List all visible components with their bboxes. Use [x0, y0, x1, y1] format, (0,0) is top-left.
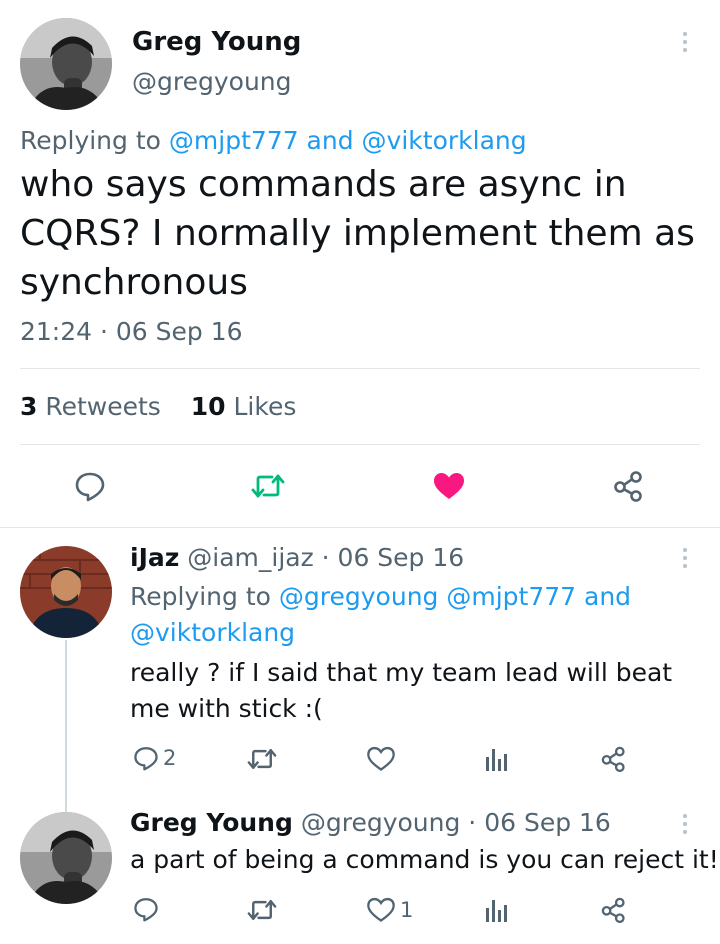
reply-author-name[interactable]: Greg Young	[130, 808, 293, 837]
mention-link[interactable]: @viktorklang	[362, 126, 527, 155]
mention-link[interactable]: @mjpt777	[446, 582, 576, 611]
engagement-stats: 3 Retweets 10 Likes	[20, 390, 296, 424]
like-icon[interactable]	[366, 745, 396, 773]
like-heart-icon[interactable]	[432, 470, 466, 502]
more-options-icon[interactable]	[682, 814, 688, 834]
tweet-detail: Greg Young @gregyoung Replying to @mjpt7…	[0, 0, 720, 944]
more-options-icon[interactable]	[682, 32, 688, 52]
reply-icon[interactable]: 2	[133, 745, 176, 771]
reply-date[interactable]: · 06 Sep 16	[322, 543, 465, 572]
reply-author-handle[interactable]: @iam_ijaz	[187, 543, 313, 572]
analytics-icon[interactable]	[484, 745, 510, 773]
retweets-count: 3	[20, 392, 38, 421]
reply-header: Greg Young @gregyoung · 06 Sep 16	[130, 806, 611, 840]
retweets-label: Retweets	[45, 392, 161, 421]
share-icon[interactable]	[600, 896, 628, 924]
retweets-stat[interactable]: 3 Retweets	[20, 392, 169, 421]
reply-count: 2	[163, 746, 177, 770]
main-author-handle[interactable]: @gregyoung	[132, 66, 292, 98]
main-tweet-timestamp[interactable]: 21:24 · 06 Sep 16	[20, 315, 243, 349]
like-count: 1	[400, 898, 414, 922]
retweet-icon[interactable]	[246, 896, 278, 924]
main-author-avatar[interactable]	[20, 18, 112, 110]
mention-link[interactable]: @gregyoung	[279, 582, 439, 611]
replying-prefix: Replying to	[20, 126, 161, 155]
main-replying-to: Replying to @mjpt777 and @viktorklang	[20, 124, 527, 158]
analytics-icon[interactable]	[484, 896, 510, 924]
mention-and[interactable]: and	[584, 582, 631, 611]
reply-author-avatar[interactable]	[20, 546, 112, 638]
reply-author-name[interactable]: iJaz	[130, 543, 179, 572]
divider	[20, 368, 700, 369]
like-icon[interactable]: 1	[366, 896, 413, 924]
reply-text: really ? if I said that my team lead wil…	[130, 658, 673, 723]
likes-count: 10	[190, 392, 226, 421]
mention-link[interactable]: @mjpt777	[169, 126, 299, 155]
share-icon[interactable]	[612, 470, 646, 502]
retweet-icon[interactable]	[246, 745, 278, 773]
mention-link[interactable]: @viktorklang	[130, 618, 295, 647]
more-options-icon[interactable]	[682, 548, 688, 568]
likes-stat[interactable]: 10 Likes	[191, 392, 297, 421]
reply-header: iJaz @iam_ijaz · 06 Sep 16	[130, 541, 464, 575]
divider	[0, 527, 720, 528]
main-author-name[interactable]: Greg Young	[132, 26, 301, 58]
thread-line	[65, 640, 67, 812]
reply-author-avatar[interactable]	[20, 812, 112, 904]
replying-prefix: Replying to	[130, 582, 271, 611]
divider	[20, 444, 700, 445]
reply-icon[interactable]	[133, 896, 163, 922]
reply-date[interactable]: · 06 Sep 16	[468, 808, 611, 837]
retweet-icon[interactable]	[250, 470, 286, 502]
mention-and[interactable]: and	[307, 126, 354, 155]
main-tweet-text: who says commands are async in CQRS? I n…	[20, 164, 695, 303]
reply-text: a part of being a command is you can rej…	[130, 845, 719, 874]
likes-label: Likes	[233, 392, 297, 421]
share-icon[interactable]	[600, 745, 628, 773]
reply-replying-to: Replying to @gregyoung @mjpt777 and @vik…	[130, 579, 700, 651]
reply-icon[interactable]	[74, 470, 106, 502]
reply-author-handle[interactable]: @gregyoung	[301, 808, 461, 837]
